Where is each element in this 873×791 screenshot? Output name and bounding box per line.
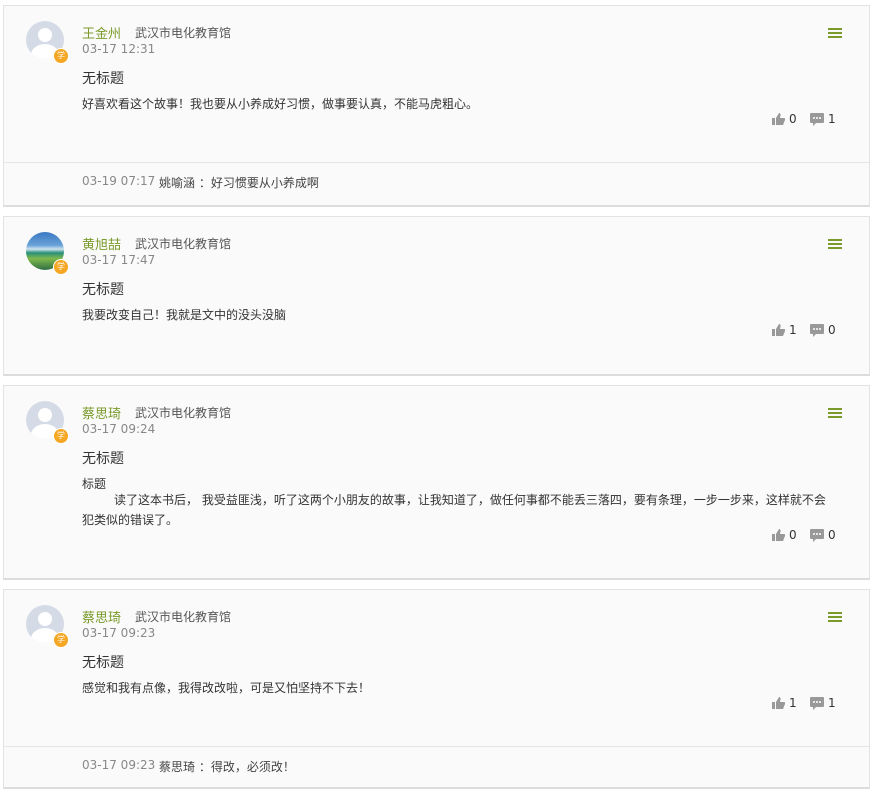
post-time: 03-17 12:31 [82, 42, 156, 56]
post-title: 无标题 [82, 71, 124, 87]
comment-count: 0 [828, 528, 836, 542]
avatar[interactable]: 学 [26, 401, 69, 444]
avatar[interactable]: 学 [26, 21, 69, 64]
like-count: 1 [789, 323, 797, 337]
reply-text: 姚喻涵 ：好习惯要从小养成啊 [159, 176, 319, 190]
like-count: 0 [789, 112, 797, 126]
post-content-text: 读了这本书后， 我受益匪浅，听了这两个小朋友的故事，让我知道了，做任何事都不能丢… [82, 493, 826, 527]
speech-bubble-icon [810, 528, 824, 542]
speech-bubble-icon [810, 112, 824, 126]
post-content: 我要改变自己！我就是文中的没头没脑 [82, 308, 287, 322]
thumbs-up-icon [772, 324, 785, 336]
post-content: 感觉和我有点像，我得改改啦，可是又怕坚持不下去！ [82, 681, 371, 695]
comment-button[interactable]: 1 [810, 696, 836, 710]
student-badge: 学 [53, 632, 69, 648]
comment-count: 1 [828, 112, 836, 126]
post-time: 03-17 17:47 [82, 253, 156, 267]
post-card: 学 王金州 武汉市电化教育馆 03-17 12:31 无标题 好喜欢看这个故事！… [3, 5, 870, 207]
student-badge: 学 [53, 428, 69, 444]
post-time: 03-17 09:23 [82, 626, 156, 640]
speech-bubble-icon [810, 696, 824, 710]
post-card: 学 蔡思琦 武汉市电化教育馆 03-17 09:24 无标题 标题 读了这本书后… [3, 385, 870, 580]
post-title: 无标题 [82, 655, 124, 671]
reply-row: 03-19 07:17 姚喻涵 ：好习惯要从小养成啊 [4, 162, 869, 207]
author-name[interactable]: 王金州 [82, 23, 121, 42]
thumbs-up-icon [772, 113, 785, 125]
hamburger-menu-icon[interactable] [828, 239, 842, 250]
speech-bubble-icon [810, 323, 824, 337]
like-button[interactable]: 1 [772, 323, 797, 337]
hamburger-menu-icon[interactable] [828, 408, 842, 419]
author-name[interactable]: 蔡思琦 [82, 403, 121, 422]
reply-row: 03-17 09:23 蔡思琦 ：得改，必须改！ [4, 746, 869, 791]
author-name[interactable]: 蔡思琦 [82, 607, 121, 626]
like-count: 0 [789, 528, 797, 542]
comment-button[interactable]: 0 [810, 323, 836, 337]
post-card: 学 黄旭喆 武汉市电化教育馆 03-17 17:47 无标题 我要改变自己！我就… [3, 216, 870, 376]
avatar[interactable]: 学 [26, 605, 69, 648]
hamburger-menu-icon[interactable] [828, 28, 842, 39]
author-org: 武汉市电化教育馆 [135, 406, 232, 420]
comment-button[interactable]: 1 [810, 112, 836, 126]
reply-text: 蔡思琦 ：得改，必须改！ [159, 760, 295, 774]
reply-time: 03-17 09:23 [82, 758, 156, 772]
author-org: 武汉市电化教育馆 [135, 26, 232, 40]
like-button[interactable]: 0 [772, 112, 797, 126]
student-badge: 学 [53, 48, 69, 64]
hamburger-menu-icon[interactable] [828, 612, 842, 623]
comment-count: 1 [828, 696, 836, 710]
thumbs-up-icon [772, 697, 785, 709]
thumbs-up-icon [772, 529, 785, 541]
post-content: 读了这本书后， 我受益匪浅，听了这两个小朋友的故事，让我知道了，做任何事都不能丢… [82, 490, 832, 530]
author-org: 武汉市电化教育馆 [135, 237, 232, 251]
comment-button[interactable]: 0 [810, 528, 836, 542]
post-time: 03-17 09:24 [82, 422, 156, 436]
author-name[interactable]: 黄旭喆 [82, 234, 121, 253]
author-org: 武汉市电化教育馆 [135, 610, 232, 624]
reply-time: 03-19 07:17 [82, 174, 156, 188]
comment-count: 0 [828, 323, 836, 337]
student-badge: 学 [53, 259, 69, 275]
post-title: 无标题 [82, 451, 124, 467]
avatar[interactable]: 学 [26, 232, 69, 275]
like-count: 1 [789, 696, 797, 710]
post-title: 无标题 [82, 282, 124, 298]
like-button[interactable]: 0 [772, 528, 797, 542]
post-content: 好喜欢看这个故事！我也要从小养成好习惯，做事要认真，不能马虎粗心。 [82, 97, 479, 111]
post-card: 学 蔡思琦 武汉市电化教育馆 03-17 09:23 无标题 感觉和我有点像，我… [3, 589, 870, 789]
like-button[interactable]: 1 [772, 696, 797, 710]
